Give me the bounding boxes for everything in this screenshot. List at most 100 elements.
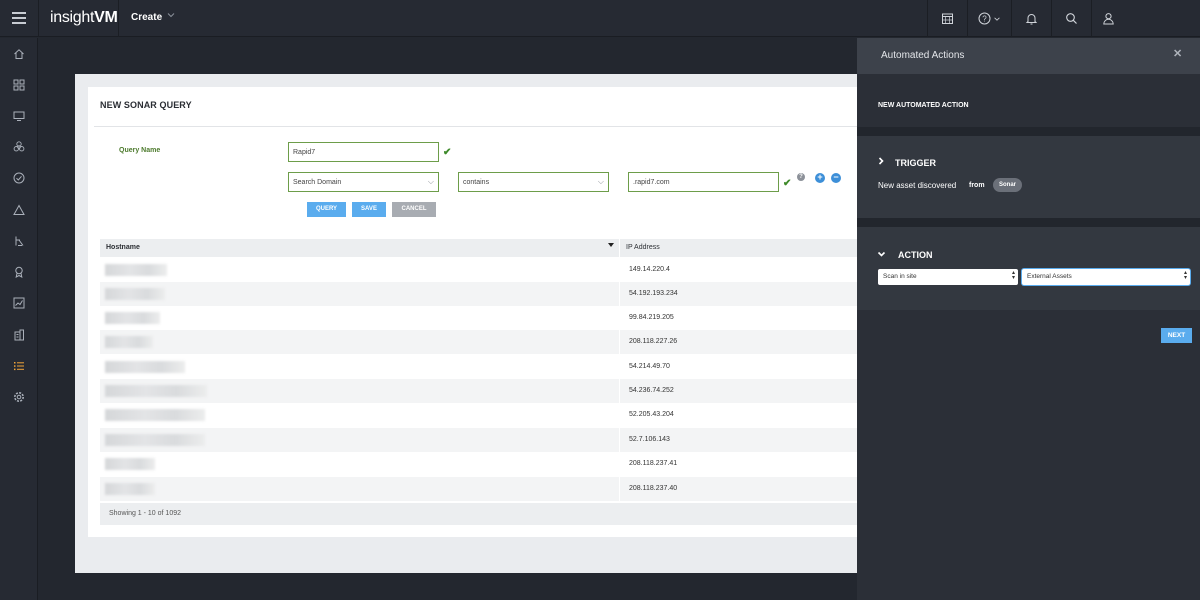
top-bar: insightVM Create ? <box>0 0 1200 37</box>
query-name-value: Rapid7 <box>293 149 316 156</box>
table-row[interactable] <box>100 330 857 354</box>
redacted-hostname <box>105 361 185 373</box>
redacted-hostname <box>105 288 165 300</box>
redacted-hostname <box>105 264 167 276</box>
building-icon[interactable] <box>0 325 38 345</box>
ip-address-cell: 54.214.49.70 <box>629 363 670 370</box>
help-icon[interactable]: ? <box>967 0 1011 37</box>
query-button[interactable]: QUERY <box>307 202 346 217</box>
table-footer <box>100 503 857 525</box>
select-arrows-icon: ▴ ▾ <box>1183 270 1187 281</box>
chart-icon[interactable] <box>0 293 38 313</box>
app-logo[interactable]: insightVM <box>50 9 118 27</box>
redacted-hostname <box>105 483 155 495</box>
search-field-select[interactable]: Search Domain ⌵ <box>288 172 439 192</box>
column-header-ip[interactable]: IP Address <box>626 244 660 251</box>
sort-desc-icon[interactable] <box>608 243 614 247</box>
cancel-button[interactable]: CANCEL <box>392 202 436 217</box>
next-button[interactable]: NEXT <box>1161 328 1192 343</box>
logo-prefix: insight <box>50 9 95 26</box>
create-menu[interactable]: Create <box>131 12 162 23</box>
select-arrows-icon: ▴ ▾ <box>1011 270 1015 281</box>
action-label[interactable]: ACTION <box>898 250 933 260</box>
help-icon[interactable]: ? <box>797 173 805 181</box>
svg-text:?: ? <box>982 14 987 23</box>
trigger-label[interactable]: TRIGGER <box>895 158 936 168</box>
table-row[interactable] <box>100 477 857 501</box>
bell-icon[interactable] <box>1011 0 1051 37</box>
operator-select[interactable]: contains ⌵ <box>458 172 609 192</box>
chevron-down-icon[interactable] <box>166 10 176 20</box>
chevron-right-icon[interactable] <box>877 157 885 167</box>
hamburger-menu-icon[interactable] <box>12 12 26 24</box>
table-row[interactable] <box>100 306 857 330</box>
logo-suffix: VM <box>94 9 118 26</box>
table-row[interactable] <box>100 428 857 452</box>
divider <box>118 0 119 37</box>
search-value: .rapid7.com <box>633 179 670 186</box>
ip-address-cell: 208.118.237.41 <box>629 460 678 467</box>
redacted-hostname <box>105 409 205 421</box>
valid-check-icon: ✔ <box>443 147 452 158</box>
ip-address-cell: 99.84.219.205 <box>629 314 674 321</box>
trigger-text: New asset discovered <box>878 181 957 190</box>
remove-filter-icon[interactable]: − <box>831 173 841 183</box>
monitor-icon[interactable] <box>0 106 38 126</box>
column-separator <box>619 239 620 503</box>
trigger-from-label: from <box>969 182 985 189</box>
divider <box>94 126 857 127</box>
warning-icon[interactable] <box>0 200 38 220</box>
section-divider <box>857 218 1200 227</box>
gear-icon[interactable] <box>0 387 38 407</box>
ip-address-cell: 54.236.74.252 <box>629 387 674 394</box>
table-row[interactable] <box>100 258 857 282</box>
table-row[interactable] <box>100 379 857 403</box>
site-value: External Assets <box>1027 273 1072 280</box>
automated-actions-panel <box>857 38 1200 600</box>
action-type-select[interactable]: Scan in site ▴ ▾ <box>878 269 1018 285</box>
table-row[interactable] <box>100 355 857 379</box>
close-icon[interactable]: ✕ <box>1173 47 1182 60</box>
search-value-input[interactable]: .rapid7.com <box>628 172 779 192</box>
add-filter-icon[interactable]: + <box>815 173 825 183</box>
biohazard-icon[interactable] <box>0 137 38 157</box>
pagination-status: Showing 1 - 10 of 1092 <box>109 510 181 517</box>
source-badge: Sonar <box>993 178 1022 192</box>
ip-address-cell: 52.7.106.143 <box>629 436 670 443</box>
calendar-icon[interactable] <box>927 0 967 37</box>
user-icon[interactable] <box>1088 0 1128 37</box>
site-select[interactable]: External Assets ▴ ▾ <box>1022 269 1190 285</box>
ip-address-cell: 52.205.43.204 <box>629 411 674 418</box>
column-header-hostname[interactable]: Hostname <box>106 244 140 251</box>
save-button[interactable]: SAVE <box>352 202 386 217</box>
award-icon[interactable] <box>0 262 38 282</box>
panel-subtitle: NEW AUTOMATED ACTION <box>878 102 969 109</box>
panel-title: Automated Actions <box>881 50 965 61</box>
ip-address-cell: 208.118.237.40 <box>629 485 678 492</box>
page-title: NEW SONAR QUERY <box>100 100 192 110</box>
dashboard-icon[interactable] <box>0 75 38 95</box>
trigger-section <box>857 136 1200 218</box>
table-row[interactable] <box>100 403 857 427</box>
search-icon[interactable] <box>1051 0 1091 37</box>
query-name-input[interactable]: Rapid7 <box>288 142 439 162</box>
redacted-hostname <box>105 312 160 324</box>
redacted-hostname <box>105 458 155 470</box>
query-name-label: Query Name <box>119 147 161 154</box>
table-header <box>100 239 857 257</box>
search-field-value: Search Domain <box>293 179 342 186</box>
chevron-down-icon[interactable] <box>877 250 886 260</box>
ip-address-cell: 54.192.193.234 <box>629 290 678 297</box>
redacted-hostname <box>105 385 207 397</box>
left-nav <box>0 38 38 600</box>
table-row[interactable] <box>100 282 857 306</box>
policy-icon[interactable] <box>0 231 38 251</box>
home-icon[interactable] <box>0 44 38 64</box>
table-row[interactable] <box>100 452 857 476</box>
list-icon[interactable] <box>0 356 38 376</box>
redacted-hostname <box>105 434 205 446</box>
chevron-down-icon: ⌵ <box>597 177 604 186</box>
check-circle-icon[interactable] <box>0 168 38 188</box>
ip-address-cell: 149.14.220.4 <box>629 266 670 273</box>
action-type-value: Scan in site <box>883 273 917 280</box>
